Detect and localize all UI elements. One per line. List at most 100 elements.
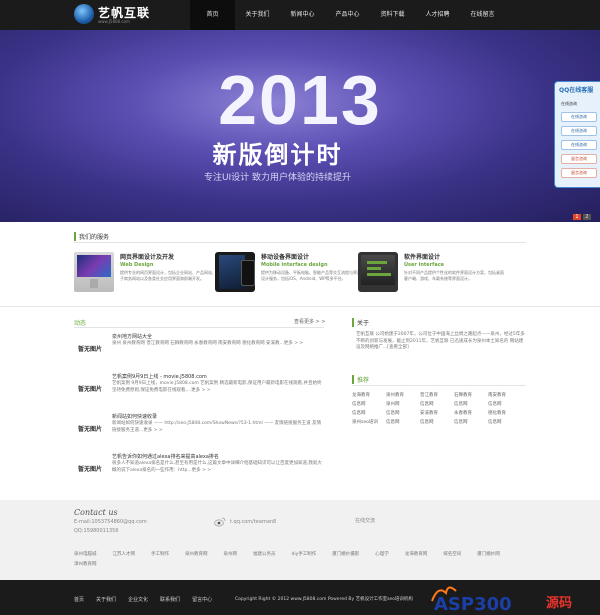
recommend-link[interactable]: 泉州seo培训 bbox=[352, 418, 386, 427]
service-name: 移动设备界面设计 bbox=[261, 254, 310, 261]
software-ui-icon bbox=[358, 252, 398, 292]
friend-link[interactable]: 漳州教育网 bbox=[74, 560, 97, 570]
news-more-link[interactable]: 查看更多 > > bbox=[294, 318, 326, 325]
news-headline[interactable]: 艺帆案例9月9日上线 - movie.J5808.com bbox=[112, 373, 207, 380]
news-summary: 泉州 泉州教育网 晋江教育网 石狮教育网 永春教育网 南安教育网 德化教育网 安… bbox=[112, 341, 304, 346]
services-title: 我们的服务 bbox=[74, 232, 109, 241]
footer-link[interactable]: 企业文化 bbox=[128, 596, 148, 603]
recommend-link[interactable]: 石狮教育 bbox=[454, 391, 488, 400]
news-item: 暂无图片 新闻站如何快速收录 新闻站如何快速收录 —— http://seo.J… bbox=[74, 413, 324, 453]
news-thumbnail: 暂无图片 bbox=[77, 466, 102, 473]
news-item: 暂无图片 艺帆案例9月9日上线 - movie.J5808.com 艺帆案例 9… bbox=[74, 373, 324, 413]
footer: 首页 关于我们 企业文化 联系我们 留言中心 Copyright Right ©… bbox=[0, 580, 600, 615]
friend-link[interactable]: 域名空间 bbox=[443, 550, 461, 560]
weibo-icon[interactable] bbox=[214, 517, 226, 527]
friend-link[interactable]: 江苏人才网 bbox=[113, 550, 136, 560]
contact-title: Contact us bbox=[74, 508, 118, 517]
main-nav: 首页 关于我们 新闻中心 产品中心 资料下载 人才招聘 在线留言 bbox=[190, 0, 505, 30]
recommend-link[interactable]: 南安教育 bbox=[488, 391, 522, 400]
friend-link[interactable]: 泉州网 bbox=[224, 550, 238, 560]
recommend-link[interactable]: 信息网 bbox=[420, 418, 454, 427]
online-chat-link[interactable]: 在线交流 bbox=[355, 517, 375, 524]
svg-text:ASP300: ASP300 bbox=[434, 594, 512, 613]
service-ui-design[interactable]: 软件界面设计 User interface 针对不同产品提供个性化的软件界面设计… bbox=[358, 252, 508, 300]
friend-link[interactable]: 福建公务员 bbox=[253, 550, 276, 560]
service-en: User interface bbox=[404, 262, 445, 268]
friend-link[interactable]: diy手工制作 bbox=[292, 550, 317, 560]
recommend-list: 龙海教育 泉州教育 晋江教育 石狮教育 南安教育 信息网 泉州网 信息网 信息网… bbox=[352, 391, 530, 427]
recommend-link[interactable]: 信息网 bbox=[420, 400, 454, 409]
divider bbox=[74, 242, 526, 243]
service-desc: 针对不同产品提供个性化的软件界面设计方案，包括桌面客户端、游戏、车载系统等界面设… bbox=[404, 270, 504, 281]
site-name: 艺帆互联 bbox=[98, 6, 151, 20]
news-headline[interactable]: 新闻站如何快速收录 bbox=[112, 413, 157, 420]
qq-message-button[interactable]: 留言咨询 bbox=[561, 168, 597, 178]
friend-link[interactable]: 厦门婚纱网 bbox=[477, 550, 500, 560]
monitor-icon bbox=[74, 252, 114, 292]
contact-section: Contact us E-mail:1053754860@qq.com QQ:1… bbox=[0, 500, 600, 580]
friend-link[interactable]: 泉州电脑城 bbox=[74, 550, 97, 560]
nav-jobs[interactable]: 人才招聘 bbox=[415, 0, 460, 30]
friend-link[interactable]: 手工制作 bbox=[151, 550, 169, 560]
nav-products[interactable]: 产品中心 bbox=[325, 0, 370, 30]
nav-message[interactable]: 在线留言 bbox=[460, 0, 505, 30]
news-title: 动态 bbox=[74, 320, 87, 327]
news-summary: 很多人不知道alexa排名是什么,甚至有用是什么,这篇文章中详细介绍基础知识可以… bbox=[112, 461, 322, 473]
recommend-link[interactable]: 信息网 bbox=[386, 409, 420, 418]
service-mobile-design[interactable]: 移动设备界面设计 Mobile interface design 提供为移动设备… bbox=[215, 252, 365, 300]
nav-downloads[interactable]: 资料下载 bbox=[370, 0, 415, 30]
friend-link[interactable]: 泉州教育网 bbox=[185, 550, 208, 560]
recommend-link[interactable]: 信息网 bbox=[352, 409, 386, 418]
friend-link[interactable]: 厦门婚纱摄影 bbox=[332, 550, 359, 560]
recommend-link[interactable]: 信息网 bbox=[454, 418, 488, 427]
footer-link[interactable]: 关于我们 bbox=[96, 596, 116, 603]
recommend-link[interactable]: 德化教育 bbox=[488, 409, 522, 418]
qq-consult-button[interactable]: 在线咨询 bbox=[561, 126, 597, 136]
nav-home[interactable]: 首页 bbox=[190, 0, 235, 30]
section-divider bbox=[0, 306, 600, 307]
qq-consult-button[interactable]: 在线咨询 bbox=[561, 140, 597, 150]
footer-link[interactable]: 留言中心 bbox=[192, 596, 212, 603]
qq-message-button[interactable]: 留言咨询 bbox=[561, 154, 597, 164]
logo-icon[interactable] bbox=[74, 4, 94, 24]
recommend-link[interactable]: 信息网 bbox=[454, 400, 488, 409]
weibo-link[interactable]: t.qq.com/teaman8 bbox=[230, 519, 276, 525]
recommend-link[interactable]: 信息网 bbox=[488, 400, 522, 409]
recommend-link[interactable]: 安溪教育 bbox=[420, 409, 454, 418]
contact-qq: QQ:15980011356 bbox=[74, 528, 119, 534]
footer-link[interactable]: 首页 bbox=[74, 596, 84, 603]
news-item: 暂无图片 泉州地方网站大全 泉州 泉州教育网 晋江教育网 石狮教育网 永春教育网… bbox=[74, 333, 324, 373]
copyright: Copyright Right © 2012 www.J5808.com Pow… bbox=[235, 597, 413, 602]
recommend-link[interactable]: 龙海教育 bbox=[352, 391, 386, 400]
nav-about[interactable]: 关于我们 bbox=[235, 0, 280, 30]
slide-dot-1[interactable]: 1 bbox=[573, 214, 581, 220]
recommend-link[interactable]: 信息网 bbox=[386, 418, 420, 427]
recommend-link[interactable]: 信息网 bbox=[352, 400, 386, 409]
top-navbar: 艺帆互联 www.J5808.com 首页 关于我们 新闻中心 产品中心 资料下… bbox=[0, 0, 600, 30]
hero-banner[interactable]: 2013 新版倒计时 专注UI设计 致力用户体验的持续提升 1 2 bbox=[0, 30, 600, 222]
recommend-link[interactable]: 泉州教育 bbox=[386, 391, 420, 400]
news-headline[interactable]: 泉州地方网站大全 bbox=[112, 333, 152, 340]
recommend-link[interactable]: 晋江教育 bbox=[420, 391, 454, 400]
service-desc: 提供为移动设备、平板电脑、智能产品等交互流程与界面设计服务，包括iOS、Andr… bbox=[261, 270, 361, 281]
news-thumbnail: 暂无图片 bbox=[77, 426, 102, 433]
service-web-design[interactable]: 网页界面设计及开发 Web Design 提供专业的网页界面设计，包括企业网站、… bbox=[74, 252, 224, 300]
slide-dot-2[interactable]: 2 bbox=[583, 214, 591, 220]
divider bbox=[352, 385, 526, 386]
phone-icon bbox=[241, 260, 255, 286]
recommend-link[interactable]: 信息网 bbox=[488, 418, 522, 427]
news-summary: 新闻站如何快速收录 —— http://seo.J5808.com/ShowNe… bbox=[112, 421, 322, 433]
news-thumbnail: 暂无图片 bbox=[77, 346, 102, 353]
about-text: 艺帆互联 公司始建于2007年，公司位于中国海上丝绸之路起点——泉州，经过5年多… bbox=[356, 332, 525, 350]
friend-link[interactable]: 龙海教育网 bbox=[405, 550, 428, 560]
nav-news[interactable]: 新闻中心 bbox=[280, 0, 325, 30]
recommend-link[interactable]: 泉州网 bbox=[386, 400, 420, 409]
qq-consult-button[interactable]: 在线咨询 bbox=[561, 112, 597, 122]
footer-link[interactable]: 联系我们 bbox=[160, 596, 180, 603]
qq-widget-title: QQ在线客服 bbox=[559, 87, 594, 94]
recommend-link[interactable]: 永春教育 bbox=[454, 409, 488, 418]
banner-subline: 专注UI设计 致力用户体验的持续提升 bbox=[203, 173, 352, 183]
news-item: 暂无图片 艺帆告诉你如何通过alexa排名来提高alexa排名 很多人不知道al… bbox=[74, 453, 324, 493]
friend-link[interactable]: 心理学 bbox=[375, 550, 389, 560]
news-headline[interactable]: 艺帆告诉你如何通过alexa排名来提高alexa排名 bbox=[112, 453, 219, 460]
